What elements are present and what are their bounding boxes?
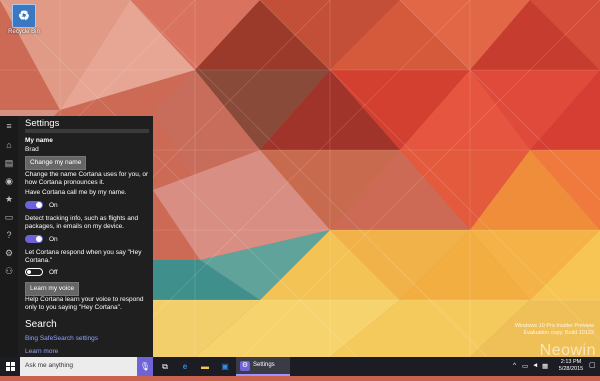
store-button[interactable]: ▣ xyxy=(217,359,233,374)
show-hidden-icons-button[interactable]: ^ xyxy=(513,362,516,369)
tracking-state: On xyxy=(49,236,58,243)
learn-more-link[interactable]: Learn more xyxy=(25,348,58,355)
change-name-description: Change the name Cortana uses for you, or… xyxy=(25,171,149,186)
task-view-button[interactable]: ⧉ xyxy=(157,359,173,374)
my-name-value: Brad xyxy=(25,146,39,153)
task-view-icon: ⧉ xyxy=(162,362,168,371)
star-icon[interactable]: ★ xyxy=(2,192,16,206)
tracking-label: Detect tracking info, such as flights an… xyxy=(25,215,139,230)
lightbulb-icon[interactable]: ◉ xyxy=(2,174,16,188)
settings-taskbar-label: Settings xyxy=(253,362,275,368)
search-box[interactable]: Ask me anything xyxy=(20,357,153,376)
call-me-toggle[interactable] xyxy=(25,201,43,209)
build-watermark: Windows 10 Pro Insider Preview Evaluatio… xyxy=(515,323,594,337)
cortana-settings-panel: ≡ ⌂ ▤ ◉ ★ ▭ ? ⚙ ⚇ Settings My name Brad … xyxy=(0,116,153,357)
microphone-button[interactable]: 🎙 xyxy=(137,357,153,376)
change-name-button[interactable]: Change my name xyxy=(25,156,87,170)
recycle-bin-icon: ♻ xyxy=(12,4,36,28)
clock-date: 5/28/2015 xyxy=(558,366,584,372)
my-name-label: My name xyxy=(25,137,53,144)
store-icon: ▣ xyxy=(221,362,229,371)
watermark-line-2: Evaluation copy. Build 10122 xyxy=(523,330,594,336)
file-explorer-button[interactable]: ▬ xyxy=(197,359,213,374)
question-icon[interactable]: ? xyxy=(2,228,16,242)
edge-button[interactable]: e xyxy=(177,359,193,374)
cortana-settings-content: Settings My name Brad Change my name Cha… xyxy=(25,116,149,357)
search-section-header: Search xyxy=(25,319,57,330)
settings-taskbar-button[interactable]: ⚙ Settings xyxy=(236,357,290,376)
call-me-state: On xyxy=(49,202,58,209)
feedback-icon[interactable]: ▭ xyxy=(2,210,16,224)
home-icon[interactable]: ⌂ xyxy=(2,138,16,152)
cortana-rail: ≡ ⌂ ▤ ◉ ★ ▭ ? ⚙ ⚇ xyxy=(0,116,18,357)
call-me-label: Have Cortana call me by my name. xyxy=(25,189,127,196)
edge-browser-icon: e xyxy=(182,362,188,371)
start-button[interactable] xyxy=(0,357,20,376)
volume-icon[interactable]: ◄ xyxy=(532,362,538,369)
keyboard-icon[interactable]: ▦ xyxy=(542,362,548,370)
hey-cortana-state: Off xyxy=(49,269,58,276)
microphone-icon: 🎙 xyxy=(139,362,151,371)
learn-voice-button[interactable]: Learn my voice xyxy=(25,282,80,296)
search-placeholder: Ask me anything xyxy=(25,362,74,369)
system-clock[interactable]: 2:13 PM 5/28/2015 xyxy=(555,359,587,373)
recycle-bin-shortcut[interactable]: ♻ Recycle Bin xyxy=(3,2,45,35)
hey-cortana-toggle[interactable] xyxy=(25,268,43,276)
folder-icon: ▬ xyxy=(201,362,209,371)
windows-logo-icon xyxy=(6,362,15,371)
panel-title: Settings xyxy=(25,118,60,129)
notebook-icon[interactable]: ▤ xyxy=(2,156,16,170)
tracking-toggle[interactable] xyxy=(25,235,43,243)
watermark-line-1: Windows 10 Pro Insider Preview xyxy=(514,323,594,329)
clock-time: 2:13 PM xyxy=(560,359,582,365)
recycle-bin-label: Recycle Bin xyxy=(8,29,40,35)
gear-icon[interactable]: ⚙ xyxy=(2,246,16,260)
safesearch-link[interactable]: Bing SafeSearch settings xyxy=(25,335,98,342)
menu-icon[interactable]: ≡ xyxy=(2,119,16,133)
share-icon[interactable]: ⚇ xyxy=(2,264,16,278)
network-icon[interactable]: ▭ xyxy=(522,362,528,370)
settings-gear-icon: ⚙ xyxy=(240,361,250,371)
learn-voice-description: Help Cortana learn your voice to respond… xyxy=(25,296,144,311)
scroll-fade xyxy=(25,129,149,133)
taskbar: Ask me anything 🎙 ⧉ e ▬ ▣ ⚙ Settings ^ ▭… xyxy=(0,357,600,376)
action-center-icon[interactable]: ▢ xyxy=(589,361,598,371)
hey-cortana-label: Let Cortana respond when you say "Hey Co… xyxy=(25,249,142,264)
